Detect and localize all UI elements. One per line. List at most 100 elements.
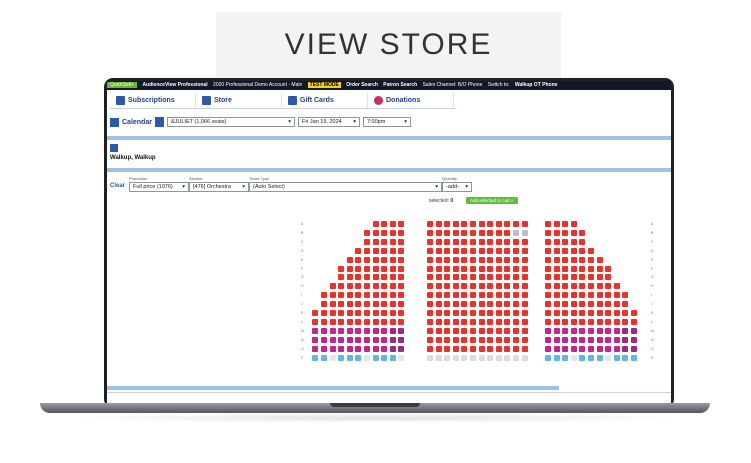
seat[interactable] <box>355 292 362 299</box>
seat[interactable] <box>452 283 459 290</box>
seat[interactable] <box>381 327 388 334</box>
seat[interactable] <box>427 336 433 343</box>
seat[interactable] <box>329 327 336 334</box>
seat[interactable] <box>596 301 603 308</box>
seat[interactable] <box>487 301 494 308</box>
seat[interactable] <box>545 327 551 334</box>
seat[interactable] <box>487 354 494 361</box>
seat[interactable] <box>338 283 345 290</box>
seat[interactable] <box>562 256 569 263</box>
seat[interactable] <box>545 221 551 227</box>
seat[interactable] <box>338 265 345 272</box>
seat[interactable] <box>570 327 577 334</box>
seat[interactable] <box>398 318 405 325</box>
seat[interactable] <box>562 283 569 290</box>
seat[interactable] <box>338 292 345 299</box>
seat[interactable] <box>495 318 502 325</box>
seat[interactable] <box>495 283 502 290</box>
seat[interactable] <box>452 247 459 254</box>
seat[interactable] <box>562 238 569 245</box>
seat[interactable] <box>495 256 502 263</box>
seat[interactable] <box>605 283 612 290</box>
seat[interactable] <box>346 336 353 343</box>
seat[interactable] <box>495 310 502 316</box>
seat[interactable] <box>596 327 603 334</box>
seat[interactable] <box>588 265 594 272</box>
seat[interactable] <box>562 274 569 281</box>
seat[interactable] <box>389 336 396 343</box>
seat[interactable] <box>487 221 494 227</box>
seat[interactable] <box>562 229 569 236</box>
seat[interactable] <box>487 336 494 343</box>
seat[interactable] <box>545 310 551 316</box>
seat[interactable] <box>613 318 620 325</box>
seat[interactable] <box>435 310 442 316</box>
seat[interactable] <box>435 221 442 227</box>
seat[interactable] <box>487 327 494 334</box>
seat[interactable] <box>579 327 586 334</box>
seat[interactable] <box>435 327 442 334</box>
seat[interactable] <box>435 283 442 290</box>
seat[interactable] <box>398 336 405 343</box>
seat[interactable] <box>562 310 569 316</box>
seat[interactable] <box>381 247 388 254</box>
seat[interactable] <box>545 238 551 245</box>
seat[interactable] <box>487 283 494 290</box>
seat[interactable] <box>570 238 577 245</box>
seat[interactable] <box>495 221 502 227</box>
seat[interactable] <box>427 345 433 352</box>
seat[interactable] <box>596 265 603 272</box>
seat[interactable] <box>346 274 353 281</box>
seat[interactable] <box>444 283 451 290</box>
seat[interactable] <box>312 310 319 316</box>
seat[interactable] <box>461 238 468 245</box>
accessible-seat[interactable] <box>553 354 560 361</box>
seat[interactable] <box>596 274 603 281</box>
seat[interactable] <box>570 229 577 236</box>
seat[interactable] <box>461 318 468 325</box>
seat[interactable] <box>346 310 353 316</box>
seat[interactable] <box>381 336 388 343</box>
seat[interactable] <box>579 301 586 308</box>
seat[interactable] <box>487 238 494 245</box>
seat[interactable] <box>452 327 459 334</box>
seat[interactable] <box>495 327 502 334</box>
seat[interactable] <box>478 256 485 263</box>
seat[interactable] <box>461 256 468 263</box>
seat[interactable] <box>470 247 476 254</box>
seat[interactable] <box>461 221 468 227</box>
seat[interactable] <box>596 283 603 290</box>
seat[interactable] <box>553 247 560 254</box>
seat[interactable] <box>487 292 494 299</box>
seat[interactable] <box>521 336 528 343</box>
seat[interactable] <box>504 327 511 334</box>
seat[interactable] <box>504 301 511 308</box>
seat[interactable] <box>562 345 569 352</box>
seat[interactable] <box>427 229 433 236</box>
seat[interactable] <box>588 256 594 263</box>
seat[interactable] <box>521 354 528 361</box>
seat[interactable] <box>504 256 511 263</box>
seat[interactable] <box>435 229 442 236</box>
seat[interactable] <box>478 292 485 299</box>
seat[interactable] <box>452 354 459 361</box>
seat[interactable] <box>513 247 519 254</box>
seat[interactable] <box>596 345 603 352</box>
seat[interactable] <box>596 310 603 316</box>
seat[interactable] <box>513 310 519 316</box>
seat[interactable] <box>389 229 396 236</box>
seat[interactable] <box>444 336 451 343</box>
seat[interactable] <box>346 292 353 299</box>
seat[interactable] <box>521 292 528 299</box>
seat[interactable] <box>570 310 577 316</box>
accessible-seat[interactable] <box>570 354 577 361</box>
seat[interactable] <box>605 292 612 299</box>
seat[interactable] <box>364 238 370 245</box>
seat[interactable] <box>372 327 379 334</box>
seat[interactable] <box>579 318 586 325</box>
seat[interactable] <box>562 265 569 272</box>
seat[interactable] <box>312 345 319 352</box>
seat[interactable] <box>631 345 637 352</box>
seat[interactable] <box>461 265 468 272</box>
seat[interactable] <box>470 265 476 272</box>
